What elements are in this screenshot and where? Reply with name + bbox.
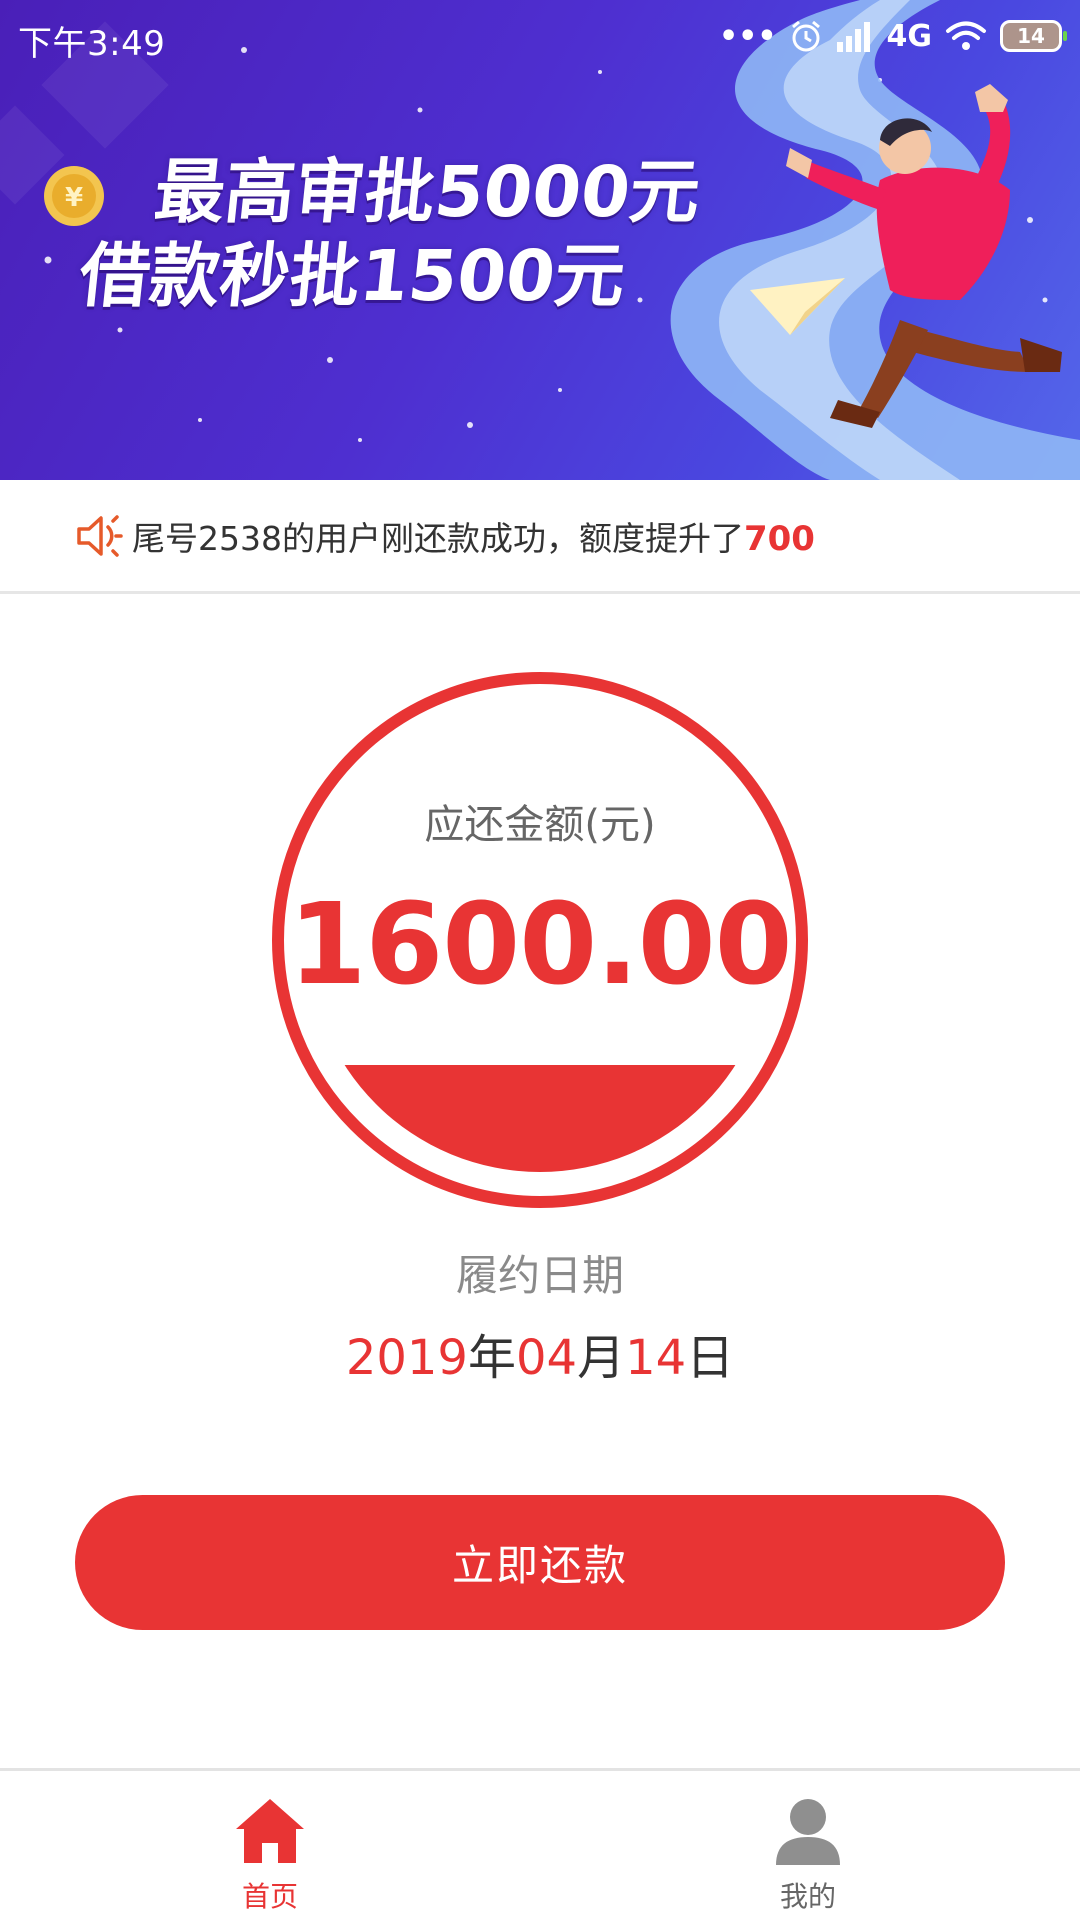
announcement-amount: 700 (743, 518, 815, 559)
tab-mine[interactable]: 我的 (708, 1771, 908, 1920)
status-icons: ••• 4G 14 (718, 14, 1067, 58)
due-day: 14 (625, 1330, 687, 1386)
due-month-unit: 月 (577, 1330, 626, 1386)
tab-mine-label: 我的 (779, 1880, 836, 1913)
more-icon: ••• (718, 18, 777, 54)
announcement-message: 尾号2538的用户刚还款成功，额度提升了 (132, 518, 744, 558)
due-month: 04 (515, 1330, 578, 1386)
network-type: 4G (886, 18, 933, 54)
due-day-unit: 日 (686, 1330, 735, 1386)
promo-banner[interactable]: ¥ 下午3:49 ••• 4G 14 最高审批5000元 借款秒批1500元 (0, 0, 1080, 480)
banner-line-1: 最高审批5000元 (150, 151, 705, 233)
home-icon (236, 1799, 304, 1863)
repay-now-button[interactable]: 立即还款 (75, 1495, 1005, 1630)
due-date-label: 履约日期 (455, 1251, 624, 1300)
due-year: 2019 (345, 1330, 468, 1386)
tab-home-label: 首页 (241, 1880, 298, 1913)
tab-home[interactable]: 首页 (170, 1771, 370, 1920)
bottom-tab-bar: 首页 我的 (0, 1768, 1080, 1920)
banner-headline: 最高审批5000元 借款秒批1500元 (0, 150, 704, 318)
due-date: 2019年04月14日 (0, 1318, 1080, 1388)
wifi-icon (946, 21, 986, 50)
due-year-unit: 年 (467, 1330, 516, 1386)
announcement-bar: 尾号2538的用户刚还款成功，额度提升了700 (0, 480, 1080, 594)
status-time: 下午3:49 (18, 24, 166, 64)
user-icon (776, 1799, 840, 1865)
battery-icon: 14 (1000, 20, 1067, 52)
signal-icon (836, 22, 870, 52)
gauge-fill (308, 1065, 772, 1172)
repayment-gauge: 应还金额(元) 1600.00 (270, 670, 810, 1210)
battery-level: 14 (1017, 24, 1045, 48)
alarm-icon (791, 20, 820, 52)
banner-line-2: 借款秒批1500元 (75, 235, 630, 317)
amount-due-value: 1600.00 (288, 880, 792, 1010)
announcement-text: 尾号2538的用户刚还款成功，额度提升了700 (132, 512, 815, 560)
amount-due-label: 应还金额(元) (424, 802, 656, 848)
status-bar: 下午3:49 ••• 4G 14 (0, 0, 1080, 72)
speaker-icon (74, 511, 124, 561)
